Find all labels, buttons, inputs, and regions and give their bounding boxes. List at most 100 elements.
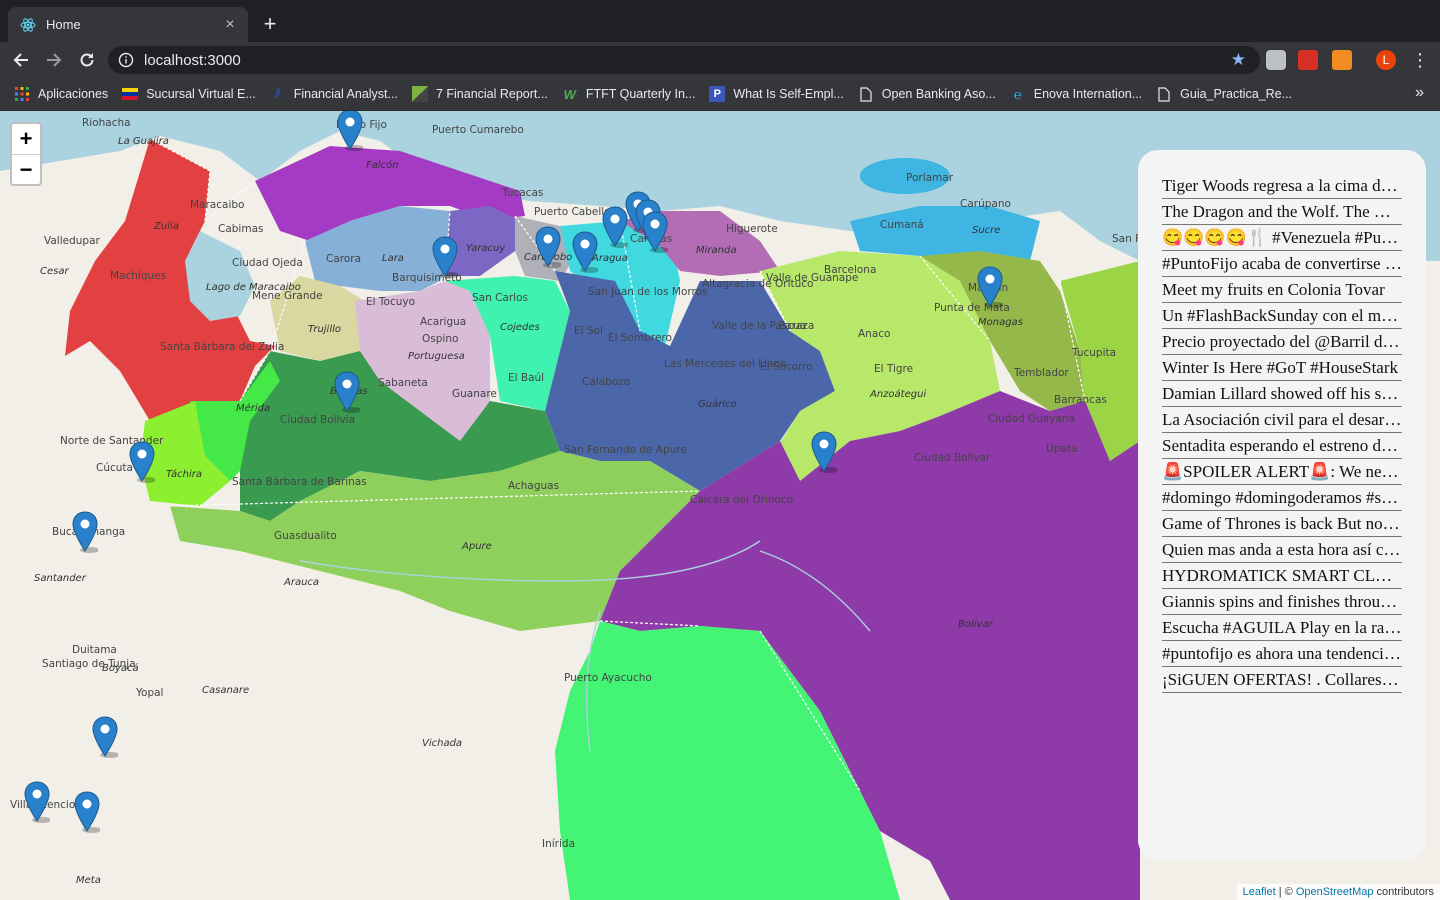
tweet-item[interactable]: HYDROMATICK SMART CLEAN SYSTEM <box>1162 564 1402 589</box>
p-logo-icon: P <box>709 86 726 102</box>
tab-home[interactable]: Home × <box>8 7 248 42</box>
map-place-label: Cumaná <box>880 219 924 231</box>
tweet-item[interactable]: Winter Is Here #GoT #HouseStark <box>1162 356 1402 381</box>
map-place-label: San Fernando de Apure <box>564 444 687 456</box>
map-marker-icon[interactable] <box>535 226 561 268</box>
map-marker-icon[interactable] <box>337 111 363 151</box>
map-place-label: Achaguas <box>508 480 559 492</box>
tweet-item[interactable]: Meet my fruits en Colonia Tovar <box>1162 278 1402 303</box>
map-place-label: Ciudad Guayana <box>988 413 1075 425</box>
reload-icon[interactable] <box>75 48 99 72</box>
map-place-label: Higuerote <box>726 223 778 235</box>
map-place-label: Anaco <box>858 328 890 340</box>
map-place-label: Ciudad Ojeda <box>232 257 303 269</box>
bookmark-ftft[interactable]: W FTFT Quarterly In... <box>562 86 696 102</box>
tweet-item[interactable]: #domingo #domingoderamos #semanasanta <box>1162 486 1402 511</box>
map-place-label: Meta <box>76 875 101 886</box>
map-place-label: Lara <box>382 253 404 264</box>
tweet-item[interactable]: Damian Lillard showed off his skills <box>1162 382 1402 407</box>
tweet-item[interactable]: Precio proyectado del @Barril de petróle… <box>1162 330 1402 355</box>
zoom-in-button[interactable]: + <box>12 124 40 155</box>
tweet-item[interactable]: 😋😋😋😋🍴 #Venezuela #PuntoFijo <box>1162 226 1402 251</box>
map-place-label: Cesar <box>40 266 69 277</box>
map-place-label: Ciudad Bolivia <box>280 414 355 426</box>
map-marker-icon[interactable] <box>129 441 155 483</box>
map-place-label: Puerto Cabello <box>534 206 611 218</box>
tweet-item[interactable]: 🚨SPOILER ALERT🚨: We need to talk <box>1162 460 1402 485</box>
map-marker-icon[interactable] <box>977 266 1003 308</box>
new-tab-button[interactable]: + <box>258 12 282 36</box>
bookmark-financial-report[interactable]: 7 Financial Report... <box>411 86 548 102</box>
map-place-label: Arauca <box>283 577 319 588</box>
attribution-sep: | © <box>1275 886 1296 898</box>
map-marker-icon[interactable] <box>92 716 118 758</box>
map-place-label: El Tocuyo <box>366 296 415 308</box>
tweet-item[interactable]: Game of Thrones is back But not for all <box>1162 512 1402 537</box>
tweet-item[interactable]: Un #FlashBackSunday con el mejor equipo <box>1162 304 1402 329</box>
map-place-label: Yaracuy <box>466 243 506 254</box>
map-place-label: San Carlos <box>472 292 528 304</box>
tweet-item[interactable]: La Asociación civil para el desarrollo <box>1162 408 1402 433</box>
tweet-item[interactable]: Giannis spins and finishes through conta… <box>1162 590 1402 615</box>
bookmark-enova[interactable]: ℮ Enova Internation... <box>1010 86 1142 102</box>
bookmark-guia-practica[interactable]: Guia_Practica_Re... <box>1156 86 1292 102</box>
map-marker-icon[interactable] <box>432 236 458 278</box>
document-icon <box>858 86 874 102</box>
bookmark-apps[interactable]: Aplicaciones <box>14 86 108 102</box>
map-place-label: El Baúl <box>508 372 544 384</box>
bookmarks-overflow-icon[interactable]: » <box>1415 84 1424 102</box>
map-marker-icon[interactable] <box>24 781 50 823</box>
map-marker-icon[interactable] <box>74 791 100 833</box>
map-place-label: La Guajira <box>118 136 169 147</box>
bookmark-open-banking[interactable]: Open Banking Aso... <box>858 86 996 102</box>
map-place-label: Guárico <box>698 398 737 410</box>
map-place-label: Temblador <box>1013 367 1069 379</box>
bookmark-label: Open Banking Aso... <box>881 87 996 101</box>
osm-link[interactable]: OpenStreetMap <box>1296 886 1374 898</box>
apps-grid-icon <box>14 86 30 102</box>
bookmarks-bar: Aplicaciones Sucursal Virtual E... ⫽ Fin… <box>0 78 1440 111</box>
map-place-label: Upata <box>1046 443 1077 455</box>
bookmark-star-icon[interactable]: ★ <box>1231 50 1246 70</box>
close-tab-icon[interactable]: × <box>218 13 242 37</box>
address-bar[interactable]: localhost:3000 ★ <box>108 46 1260 74</box>
bookmark-financial-analyst[interactable]: ⫽ Financial Analyst... <box>270 86 398 102</box>
menu-dots-icon[interactable]: ⋮ <box>1410 50 1430 70</box>
map-place-label: Caicara del Orinoco <box>690 494 793 506</box>
map-marker-icon[interactable] <box>811 431 837 473</box>
profile-avatar[interactable]: L <box>1376 50 1396 70</box>
map-marker-icon[interactable] <box>334 371 360 413</box>
info-icon[interactable] <box>118 52 134 68</box>
map-place-label: Bolívar <box>958 618 994 630</box>
map-place-label: Ciudad Bolívar <box>914 452 991 464</box>
map-marker-icon[interactable] <box>72 511 98 553</box>
tweet-item[interactable]: Sentadita esperando el estreno de GoT <box>1162 434 1402 459</box>
map-place-label: Mene Grande <box>252 290 323 302</box>
tweet-item[interactable]: Escucha #AGUILA Play en la radio <box>1162 616 1402 641</box>
tweet-item[interactable]: ¡SiGUEN OFERTAS! . Collares y pulseras <box>1162 668 1402 693</box>
bookmark-sucursal[interactable]: Sucursal Virtual E... <box>122 87 256 101</box>
bookmark-self-employed[interactable]: P What Is Self-Empl... <box>709 86 844 102</box>
rss-extension-icon[interactable] <box>1332 50 1352 70</box>
map-place-label: Guanare <box>452 388 497 400</box>
tweet-item[interactable]: #puntofijo es ahora una tendencia en VE <box>1162 642 1402 667</box>
tweet-item[interactable]: The Dragon and the Wolf. The North remem… <box>1162 200 1402 225</box>
map-place-label: Miranda <box>696 245 736 256</box>
map-marker-icon[interactable] <box>572 231 598 273</box>
chat-extension-icon[interactable] <box>1266 50 1286 70</box>
document-icon <box>1156 86 1172 102</box>
map-marker-icon[interactable] <box>642 211 668 253</box>
tweet-item[interactable]: Quien mas anda a esta hora así como yo <box>1162 538 1402 563</box>
back-arrow-icon[interactable] <box>9 48 33 72</box>
zoom-out-button[interactable]: − <box>12 155 40 185</box>
map-place-label: Apure <box>461 541 492 552</box>
browser-tabstrip: Home × + <box>0 0 1440 42</box>
map-place-label: Táchira <box>166 468 202 480</box>
puzzle-extension-icon[interactable] <box>1298 50 1318 70</box>
map-place-label: Zulia <box>153 221 179 232</box>
bookmark-label: Sucursal Virtual E... <box>146 87 256 101</box>
leaflet-link[interactable]: Leaflet <box>1243 886 1276 898</box>
tweet-item[interactable]: #PuntoFijo acaba de convertirse en tende… <box>1162 252 1402 277</box>
tweet-item[interactable]: Tiger Woods regresa a la cima del golf m… <box>1162 174 1402 199</box>
forward-arrow-icon[interactable] <box>42 48 66 72</box>
